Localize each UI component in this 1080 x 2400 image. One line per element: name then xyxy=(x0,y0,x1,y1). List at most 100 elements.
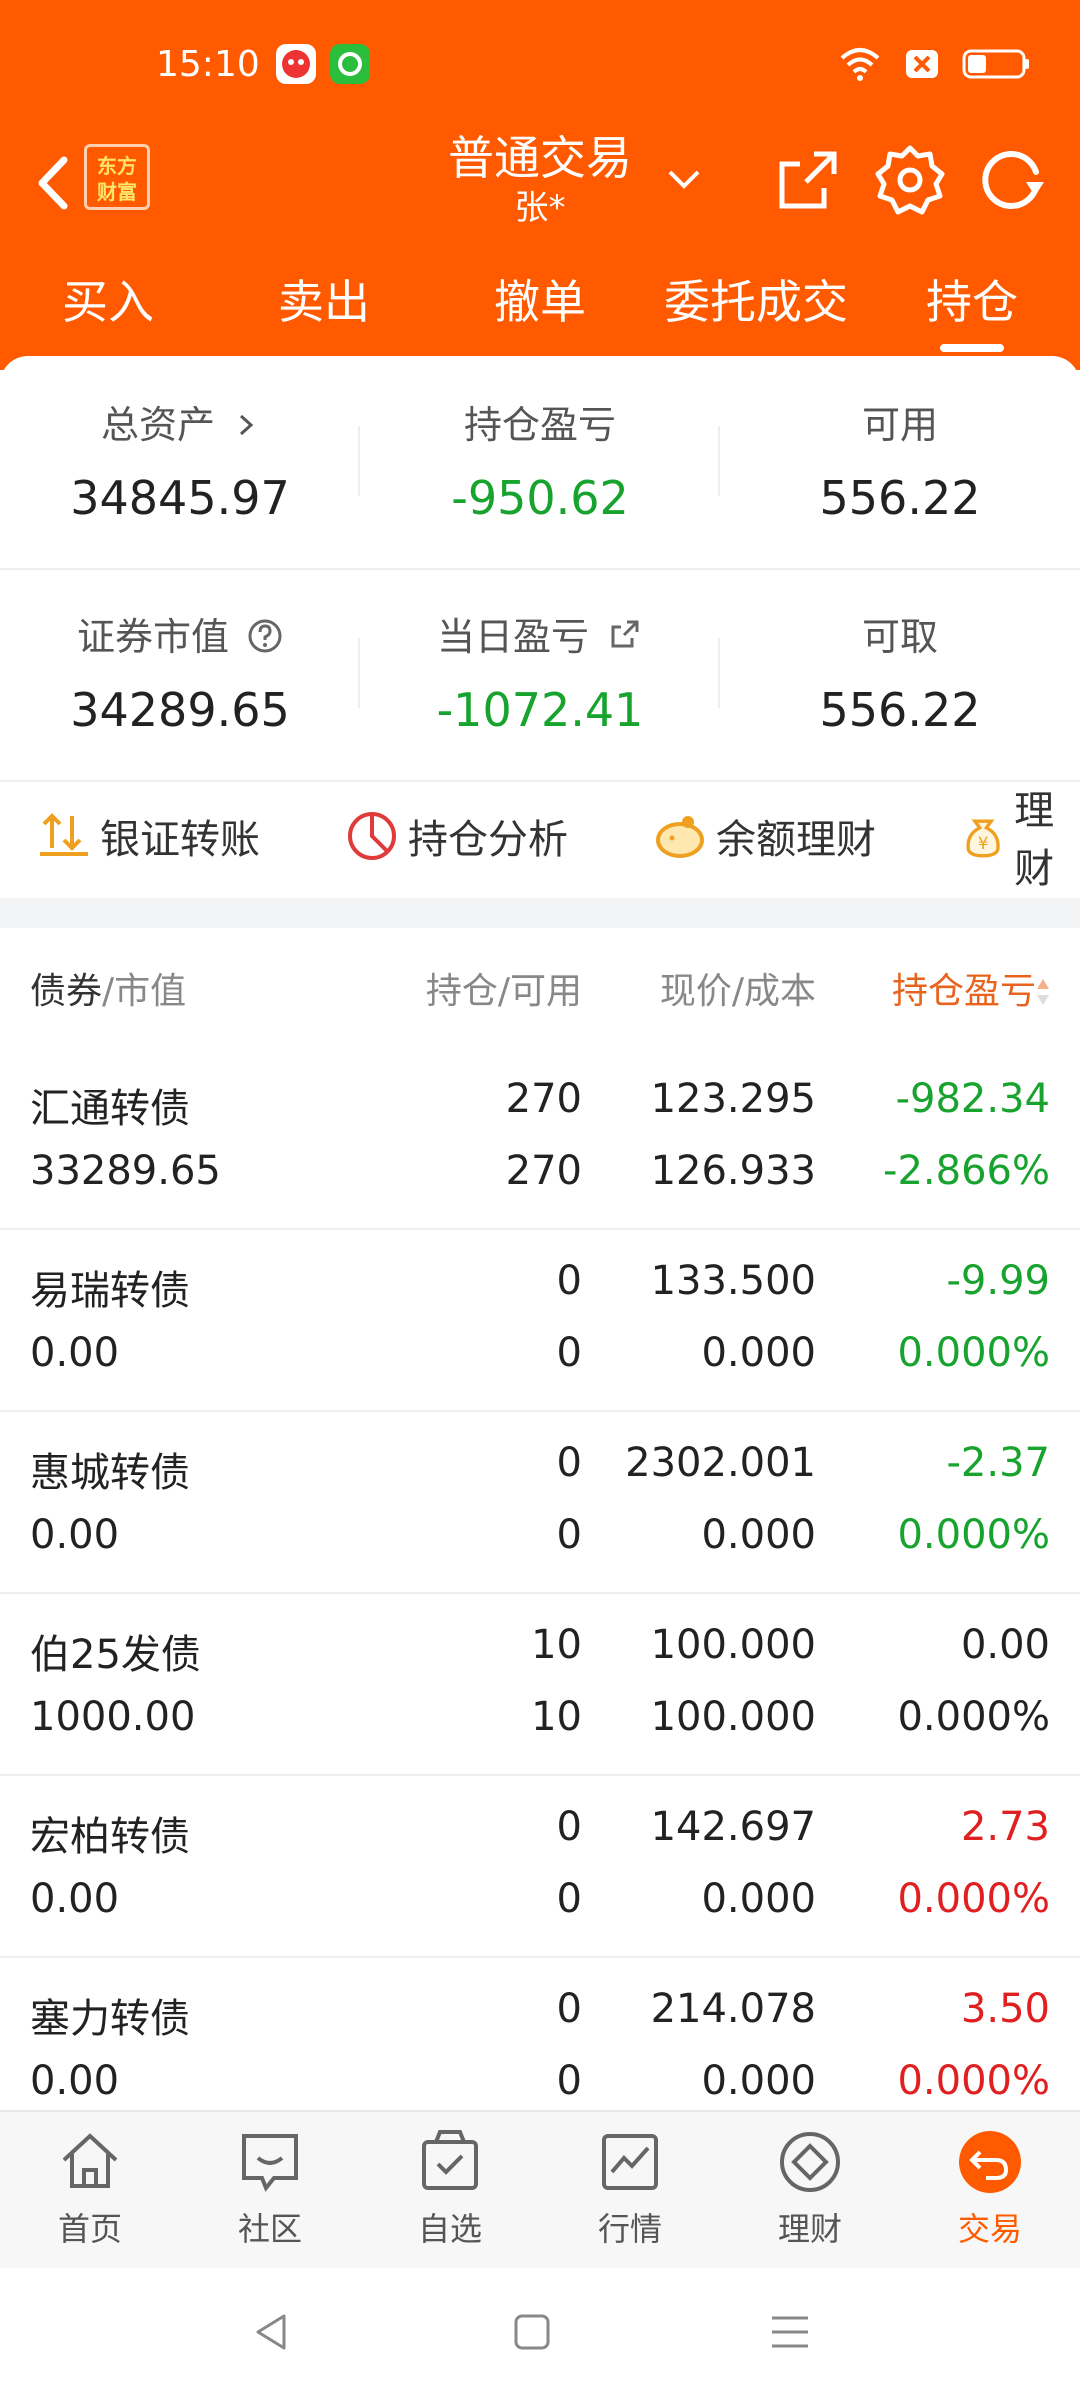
help-question-icon[interactable] xyxy=(247,618,283,654)
nav-community[interactable]: 社区 xyxy=(180,2126,360,2250)
position-pl-amount: 0.00 xyxy=(960,1622,1050,1668)
settings-gear-icon[interactable] xyxy=(872,142,948,218)
col-bond: 债券/市值 xyxy=(30,962,186,1014)
chevron-down-icon[interactable] xyxy=(664,158,704,198)
tab-sell[interactable]: 卖出 xyxy=(216,262,432,352)
nav-wealth[interactable]: 理财 xyxy=(720,2126,900,2250)
table-row[interactable]: 惠城转债 0.00 0 0 2302.001 0.000 -2.37 0.000% xyxy=(0,1412,1080,1594)
daily-pl-label: 当日盈亏 xyxy=(436,615,589,659)
logo-text: 东方财富 xyxy=(97,154,137,204)
wifi-icon xyxy=(840,48,880,81)
cost-price: 100.000 xyxy=(650,1694,816,1740)
nav-home-label: 首页 xyxy=(57,2210,122,2248)
trade-icon xyxy=(959,2131,1021,2193)
available-qty: 0 xyxy=(556,1876,582,1922)
bond-market-value: 1000.00 xyxy=(30,1694,196,1740)
nav-home[interactable]: 首页 xyxy=(0,2126,180,2250)
market-value-label: 证券市值 xyxy=(76,615,229,659)
nav-trade[interactable]: 交易 xyxy=(900,2126,1080,2250)
bottom-nav: 首页 社区 自选 行情 理财 交易 xyxy=(0,2110,1080,2270)
community-icon xyxy=(242,2134,298,2192)
back-arrow-icon[interactable] xyxy=(24,148,84,218)
status-bar: 15:10 xyxy=(0,40,1080,100)
holding-qty: 0 xyxy=(556,1258,582,1304)
tab-cancel-order[interactable]: 撤单 xyxy=(432,262,648,352)
col-position-pl[interactable]: 持仓盈亏 xyxy=(892,962,1050,1014)
tab-positions[interactable]: 持仓 xyxy=(864,262,1080,352)
position-pl-amount: -9.99 xyxy=(946,1258,1051,1304)
notification-app-icon xyxy=(276,44,316,84)
col-price[interactable]: 现价/成本 xyxy=(660,962,816,1014)
wealth-button[interactable]: ¥ 理财 xyxy=(960,788,1080,892)
daily-pl[interactable]: 当日盈亏 -1072.41 xyxy=(360,568,720,778)
nav-market[interactable]: 行情 xyxy=(540,2126,720,2250)
account-switcher[interactable]: 普通交易 张* xyxy=(420,130,660,230)
col-quantity[interactable]: 持仓/可用 xyxy=(426,962,582,1014)
battery-icon xyxy=(962,49,1029,79)
bond-market-value: 33289.65 xyxy=(30,1148,221,1194)
positions-table: 债券/市值 持仓/可用 现价/成本 持仓盈亏 汇通转债 33289.65 270 27… xyxy=(0,928,1080,2140)
notification-wechat-icon xyxy=(330,44,370,84)
page-title: 普通交易 xyxy=(448,131,632,185)
svg-text:¥: ¥ xyxy=(978,834,988,853)
total-assets[interactable]: 总资产 34845.97 xyxy=(0,356,360,566)
col-market-value-label: /市值 xyxy=(102,971,187,1012)
nav-watchlist[interactable]: 自选 xyxy=(360,2126,540,2250)
market-value-value: 34289.65 xyxy=(70,683,290,737)
position-analysis-button[interactable]: 持仓分析 xyxy=(344,804,568,868)
withdrawable-value: 556.22 xyxy=(819,683,981,737)
holding-qty: 0 xyxy=(556,1804,582,1850)
total-assets-value: 34845.97 xyxy=(70,471,290,525)
watchlist-icon xyxy=(422,2130,478,2190)
position-pl-value: -950.62 xyxy=(451,471,629,525)
table-row[interactable]: 易瑞转债 0.00 0 0 133.500 0.000 -9.99 0.000% xyxy=(0,1230,1080,1412)
available-label: 可用 xyxy=(861,403,938,447)
current-price: 123.295 xyxy=(650,1076,816,1122)
sort-icon xyxy=(1037,979,1049,1005)
cost-price: 0.000 xyxy=(701,1512,816,1558)
available-qty: 0 xyxy=(556,2058,582,2104)
position-pl-amount: 3.50 xyxy=(960,1986,1050,2032)
system-menu-icon[interactable] xyxy=(768,2312,812,2352)
status-time: 15:10 xyxy=(156,44,260,85)
tab-buy[interactable]: 买入 xyxy=(0,262,216,352)
withdrawable-funds: 可取 556.22 xyxy=(720,568,1080,778)
system-back-icon[interactable] xyxy=(250,2310,294,2354)
position-pl-amount: -982.34 xyxy=(895,1076,1050,1122)
home-icon xyxy=(62,2133,118,2188)
table-row[interactable]: 伯25发债 1000.00 10 10 100.000 100.000 0.00 0.000% xyxy=(0,1594,1080,1776)
daily-pl-value: -1072.41 xyxy=(436,683,644,737)
app-header: 15:10 东方财富 普通交易 张* 买入 卖出 撤单 委托成交 持仓 xyxy=(0,0,1080,370)
system-nav-bar xyxy=(0,2268,1080,2400)
bond-market-value: 0.00 xyxy=(30,1512,120,1558)
bank-transfer-button[interactable]: 银证转账 xyxy=(36,804,260,868)
balance-wealth-button[interactable]: 余额理财 xyxy=(652,804,876,868)
market-value: 证券市值 34289.65 xyxy=(0,568,360,778)
share-icon[interactable] xyxy=(770,142,846,218)
tab-orders-deals[interactable]: 委托成交 xyxy=(648,262,864,352)
available-value: 556.22 xyxy=(819,471,981,525)
bond-name: 塞力转债 xyxy=(30,1996,190,2042)
external-link-icon xyxy=(611,620,639,648)
col-position-pl-label: 持仓盈亏 xyxy=(891,971,1036,1012)
holding-qty: 0 xyxy=(556,1986,582,2032)
position-pl-percent: -2.866% xyxy=(883,1148,1050,1194)
bond-market-value: 0.00 xyxy=(30,1876,120,1922)
trade-tabs: 买入 卖出 撤单 委托成交 持仓 xyxy=(0,262,1080,352)
col-bond-label: 债券 xyxy=(30,971,103,1012)
table-row[interactable]: 宏柏转债 0.00 0 0 142.697 0.000 2.73 0.000% xyxy=(0,1776,1080,1958)
system-home-icon[interactable] xyxy=(512,2312,552,2352)
position-pl-percent: 0.000% xyxy=(897,1876,1050,1922)
quick-actions: 银证转账 持仓分析 余额理财 ¥ 理财 xyxy=(0,778,1080,898)
refresh-icon[interactable] xyxy=(974,142,1050,218)
available-qty: 10 xyxy=(531,1694,582,1740)
money-bag-icon: ¥ xyxy=(966,819,1000,858)
withdrawable-label: 可取 xyxy=(861,615,938,659)
nav-market-label: 行情 xyxy=(597,2210,662,2248)
title-bar: 东方财富 普通交易 张* xyxy=(0,130,1080,240)
current-price: 100.000 xyxy=(650,1622,816,1668)
bond-name: 易瑞转债 xyxy=(30,1268,190,1314)
piggy-bank-icon xyxy=(656,816,704,858)
table-row[interactable]: 汇通转债 33289.65 270 270 123.295 126.933 -982.34 -… xyxy=(0,1048,1080,1230)
table-header: 债券/市值 持仓/可用 现价/成本 持仓盈亏 xyxy=(0,928,1080,1048)
